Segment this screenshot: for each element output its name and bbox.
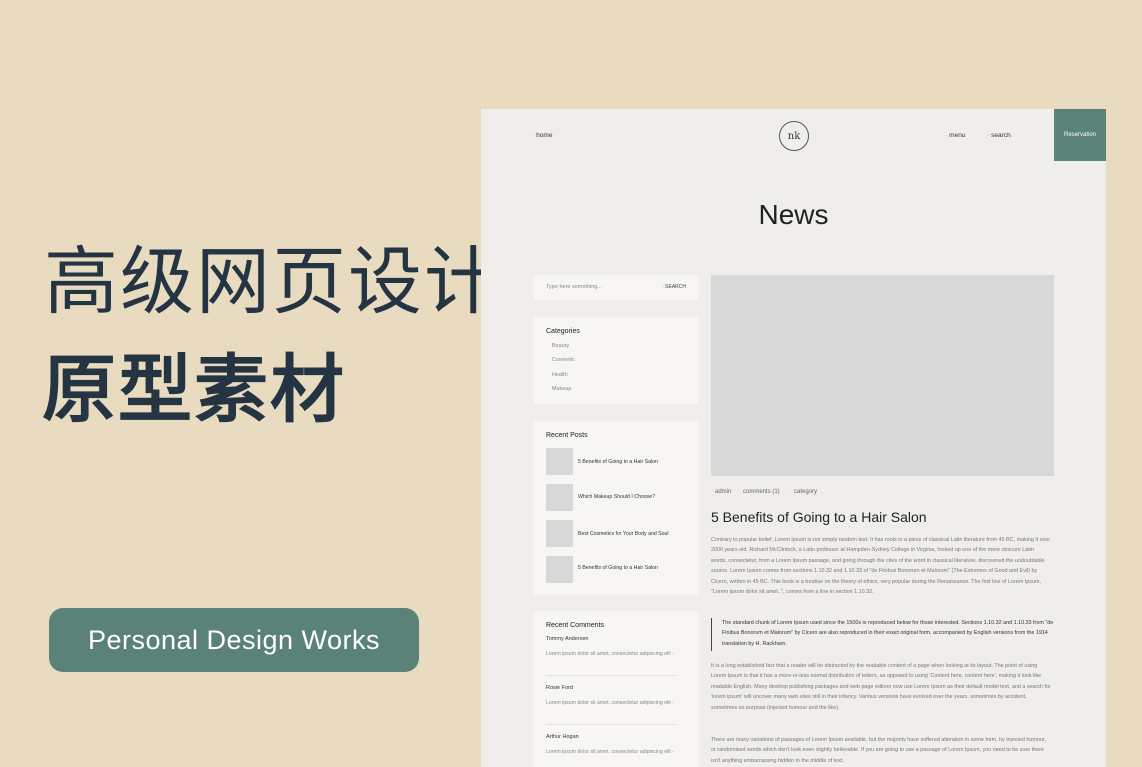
meta-comments[interactable]: · comments (1) [739,489,780,495]
reservation-button[interactable]: Reservation [1054,109,1106,161]
article-blockquote: The standard chunk of Lorem Ipsum used s… [711,618,1054,651]
article-paragraph: Contrary to popular belief, Lorem Ipsum … [711,537,1051,596]
nav-menu-label: menu [949,132,966,139]
comment-author[interactable]: Arthur Hogan [546,734,579,740]
nav-search-label: search [991,132,1011,139]
reservation-label: Reservation [1063,132,1096,138]
comment-author[interactable]: Tommy Andersen [546,636,589,642]
recent-posts-heading: Recent Posts [546,432,588,439]
promo-title-line1: 高级网页设计 [44,239,500,325]
comment-text: Lorem ipsum dolor sit amet, consectetur … [546,749,675,755]
search-button[interactable]: · SEARCH [662,284,686,290]
recent-post-link[interactable]: 5 Benefits of Going to a Hair Salon [578,565,658,571]
post-thumbnail[interactable] [546,556,573,583]
promo-title-line2: 原型素材 [42,347,346,433]
nav-search-link[interactable]: · search [987,132,1011,139]
bullet-icon: · [532,132,535,139]
bullet-icon: · [546,343,548,349]
meta-author[interactable]: · admin [711,489,731,495]
category-link[interactable]: · Beauty [546,343,569,349]
website-mockup: · home nk · menu · search Reservation News … [481,109,1106,767]
logo-text: nk [787,130,801,142]
category-link[interactable]: · Makeup [546,386,571,392]
category-label: Cosmetic [551,357,575,363]
category-label: Health [551,372,568,378]
bullet-icon: · [546,386,548,392]
sidebar-search: Type here something... · SEARCH [534,275,698,300]
recent-post-link[interactable]: 5 Benefits of Going to a Hair Salon [578,459,658,465]
search-button-label: SEARCH [665,284,686,290]
sidebar-categories: Categories · Beauty · Cosmetic · Health · Ma… [534,317,698,404]
nav-home-label: home [536,132,553,139]
post-thumbnail[interactable] [546,484,573,511]
bullet-icon: · [945,132,948,139]
divider [546,724,676,725]
search-input[interactable]: Type here something... [546,284,602,290]
bullet-icon: · [546,357,548,363]
article-hero-image [711,275,1054,476]
comment-text: Lorem ipsum dolor sit amet, consectetur … [546,651,675,657]
meta-comments-label: comments (1) [743,489,780,495]
recent-post-link[interactable]: Which Makeup Should I Choose? [578,494,655,500]
tag-icon: · [790,489,792,495]
category-label: Makeup [551,386,572,392]
comment-icon: · [739,489,741,495]
page-title: News [758,199,829,230]
comment-text: Lorem ipsum dolor sit amet, consectetur … [546,700,675,706]
bullet-icon: · [987,132,990,139]
sidebar-recent-comments: Recent Comments Tommy Andersen Lorem ips… [534,611,698,767]
top-nav: · home nk · menu · search Reservation [481,109,1106,161]
category-link[interactable]: · Health [546,372,568,378]
meta-author-label: admin [715,489,732,495]
categories-heading: Categories [546,328,580,335]
promo-badge: Personal Design Works [49,608,419,672]
article-paragraph: There are many variations of passages of… [711,737,1046,764]
article-title: 5 Benefits of Going to a Hair Salon [711,509,927,525]
comment-author[interactable]: Rosie Ford [546,685,573,691]
recent-comments-heading: Recent Comments [546,622,604,629]
meta-category[interactable]: · category [790,489,817,495]
article-paragraph: It is a long established fact that a rea… [711,663,1051,711]
recent-post-link[interactable]: Best Cosmetics for Your Body and Soul [578,531,669,537]
category-link[interactable]: · Cosmetic [546,357,575,363]
site-logo[interactable]: nk [779,121,809,151]
post-thumbnail[interactable] [546,448,573,475]
user-icon: · [711,489,713,495]
nav-home-link[interactable]: · home [532,132,552,139]
category-label: Beauty [551,343,569,349]
meta-category-label: category [794,489,818,495]
divider [546,675,676,676]
post-thumbnail[interactable] [546,520,573,547]
sidebar-recent-posts: Recent Posts 5 Benefits of Going to a Ha… [534,421,698,595]
bullet-icon: · [546,372,548,378]
nav-menu-link[interactable]: · menu [945,132,965,139]
